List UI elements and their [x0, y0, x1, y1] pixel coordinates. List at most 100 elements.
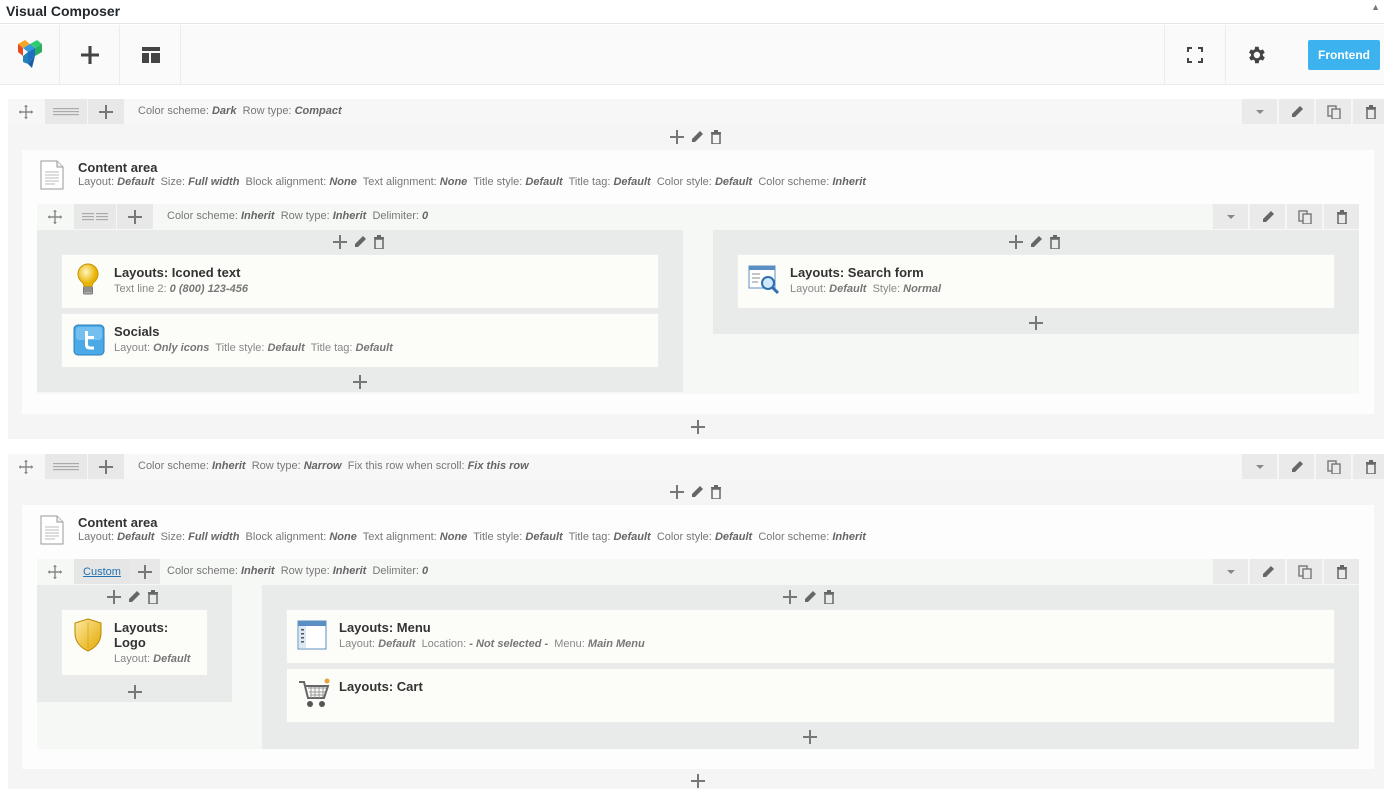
delete-trash-icon[interactable]	[710, 485, 722, 499]
row-add-column-button[interactable]	[88, 454, 124, 479]
settings-gear-icon[interactable]	[1225, 25, 1285, 85]
add-element-plus-icon[interactable]	[783, 590, 797, 604]
element-meta: Layout: Only icons Title style: Default …	[114, 342, 393, 354]
element-title: Layouts: Cart	[339, 679, 423, 694]
row-edit-pencil-icon[interactable]	[1278, 454, 1314, 479]
element-title: Layouts: Iconed text	[114, 265, 241, 280]
search-form-icon	[748, 265, 780, 295]
row-clone-icon[interactable]	[1315, 454, 1351, 479]
add-element-plus-icon[interactable]	[691, 420, 705, 434]
column-tools	[783, 590, 835, 604]
row-layout-button[interactable]	[45, 454, 87, 479]
add-element-button[interactable]	[60, 25, 120, 85]
row-2-meta: Color scheme: Inherit Row type: Narrow F…	[138, 460, 529, 472]
shopping-cart-icon	[299, 678, 330, 707]
content-area-meta: Layout: Default Size: Full width Block a…	[78, 176, 866, 188]
element-cart[interactable]: Layouts: Cart	[286, 668, 1335, 723]
inner-row-caret-icon[interactable]	[1212, 559, 1248, 584]
add-element-plus-icon[interactable]	[670, 485, 684, 499]
content-area-block[interactable]: Content area Layout: Default Size: Full …	[22, 150, 1374, 414]
collapse-toggle-icon[interactable]: ▲	[1371, 2, 1380, 12]
inner-column-left: Layouts: Iconed text Text line 2: 0 (800…	[37, 230, 683, 392]
inner-row-custom-layout-link[interactable]: Custom	[74, 559, 130, 584]
vc-logo-icon[interactable]	[0, 25, 60, 85]
inner-row-drag-handle-icon[interactable]	[37, 204, 73, 229]
row-delete-trash-icon[interactable]	[1352, 454, 1384, 479]
frontend-button[interactable]: Frontend	[1308, 40, 1380, 70]
document-icon	[40, 515, 64, 545]
edit-pencil-icon[interactable]	[690, 485, 704, 499]
templates-button[interactable]	[121, 25, 181, 85]
inner-row-delete-trash-icon[interactable]	[1323, 204, 1359, 229]
twitter-icon	[73, 324, 105, 356]
inner-row-add-column-button[interactable]	[130, 559, 160, 584]
add-element-plus-icon[interactable]	[333, 235, 347, 249]
inner-row-caret-icon[interactable]	[1212, 204, 1248, 229]
content-area-title: Content area	[78, 515, 158, 530]
inner-row-clone-icon[interactable]	[1286, 204, 1322, 229]
row-delete-trash-icon[interactable]	[1352, 99, 1384, 124]
shield-icon	[74, 618, 102, 652]
inner-row-clone-icon[interactable]	[1286, 559, 1322, 584]
add-element-plus-icon[interactable]	[353, 375, 367, 389]
row-layout-button[interactable]	[45, 99, 87, 124]
delete-trash-icon[interactable]	[147, 590, 159, 604]
column-tools	[333, 235, 385, 249]
inner-row-1: Color scheme: Inherit Row type: Inherit …	[37, 204, 1359, 394]
inner-column-right: Layouts: Menu Layout: Default Location: …	[262, 585, 1359, 749]
row-toggle-caret-icon[interactable]	[1241, 454, 1277, 479]
edit-pencil-icon[interactable]	[127, 590, 141, 604]
delete-trash-icon[interactable]	[710, 130, 722, 144]
add-element-plus-icon[interactable]	[107, 590, 121, 604]
content-area-title: Content area	[78, 160, 158, 175]
add-element-plus-icon[interactable]	[1029, 316, 1043, 330]
edit-pencil-icon[interactable]	[353, 235, 367, 249]
add-element-plus-icon[interactable]	[670, 130, 684, 144]
add-element-plus-icon[interactable]	[128, 685, 142, 699]
row-1-meta: Color scheme: Dark Row type: Compact	[138, 105, 342, 117]
inner-column-left: Layouts: Logo Layout: Default	[37, 585, 232, 702]
delete-trash-icon[interactable]	[823, 590, 835, 604]
content-area-block[interactable]: Content area Layout: Default Size: Full …	[22, 505, 1374, 769]
row-clone-icon[interactable]	[1315, 99, 1351, 124]
add-element-plus-icon[interactable]	[1009, 235, 1023, 249]
edit-pencil-icon[interactable]	[1029, 235, 1043, 249]
inner-row-edit-pencil-icon[interactable]	[1249, 204, 1285, 229]
inner-row-edit-pencil-icon[interactable]	[1249, 559, 1285, 584]
element-iconed-text[interactable]: Layouts: Iconed text Text line 2: 0 (800…	[61, 254, 659, 309]
row-drag-handle-icon[interactable]	[8, 99, 44, 124]
inner-row-2: Custom Color scheme: Inherit Row type: I…	[37, 559, 1359, 749]
row-drag-handle-icon[interactable]	[8, 454, 44, 479]
menu-icon	[297, 620, 327, 650]
panel-header: Visual Composer ▲	[0, 0, 1384, 24]
element-meta: Layout: Default Location: - Not selected…	[339, 638, 645, 650]
inner-row-delete-trash-icon[interactable]	[1323, 559, 1359, 584]
element-search-form[interactable]: Layouts: Search form Layout: Default Sty…	[737, 254, 1335, 309]
inner-row-2-meta: Color scheme: Inherit Row type: Inherit …	[167, 565, 429, 577]
element-title: Socials	[114, 324, 160, 339]
inner-row-layout-button[interactable]	[74, 204, 116, 229]
inner-column-right: Layouts: Search form Layout: Default Sty…	[713, 230, 1359, 334]
add-element-plus-icon[interactable]	[803, 730, 817, 744]
edit-pencil-icon[interactable]	[690, 130, 704, 144]
row-2: Color scheme: Inherit Row type: Narrow F…	[8, 454, 1384, 789]
inner-row-add-column-button[interactable]	[117, 204, 153, 229]
element-logo[interactable]: Layouts: Logo Layout: Default	[61, 609, 208, 676]
element-menu[interactable]: Layouts: Menu Layout: Default Location: …	[286, 609, 1335, 664]
delete-trash-icon[interactable]	[1049, 235, 1061, 249]
edit-pencil-icon[interactable]	[803, 590, 817, 604]
delete-trash-icon[interactable]	[373, 235, 385, 249]
document-icon	[40, 160, 64, 190]
fullscreen-button[interactable]	[1164, 25, 1224, 85]
inner-row-drag-handle-icon[interactable]	[37, 559, 73, 584]
element-socials[interactable]: Socials Layout: Only icons Title style: …	[61, 313, 659, 368]
column-tools	[107, 590, 159, 604]
app-title: Visual Composer	[6, 3, 121, 19]
row-edit-pencil-icon[interactable]	[1278, 99, 1314, 124]
row-1: Color scheme: Dark Row type: Compact Con…	[8, 99, 1384, 439]
element-meta: Text line 2: 0 (800) 123-456	[114, 283, 248, 295]
lightbulb-icon	[77, 263, 99, 295]
add-element-plus-icon[interactable]	[691, 774, 705, 788]
row-toggle-caret-icon[interactable]	[1241, 99, 1277, 124]
row-add-column-button[interactable]	[88, 99, 124, 124]
